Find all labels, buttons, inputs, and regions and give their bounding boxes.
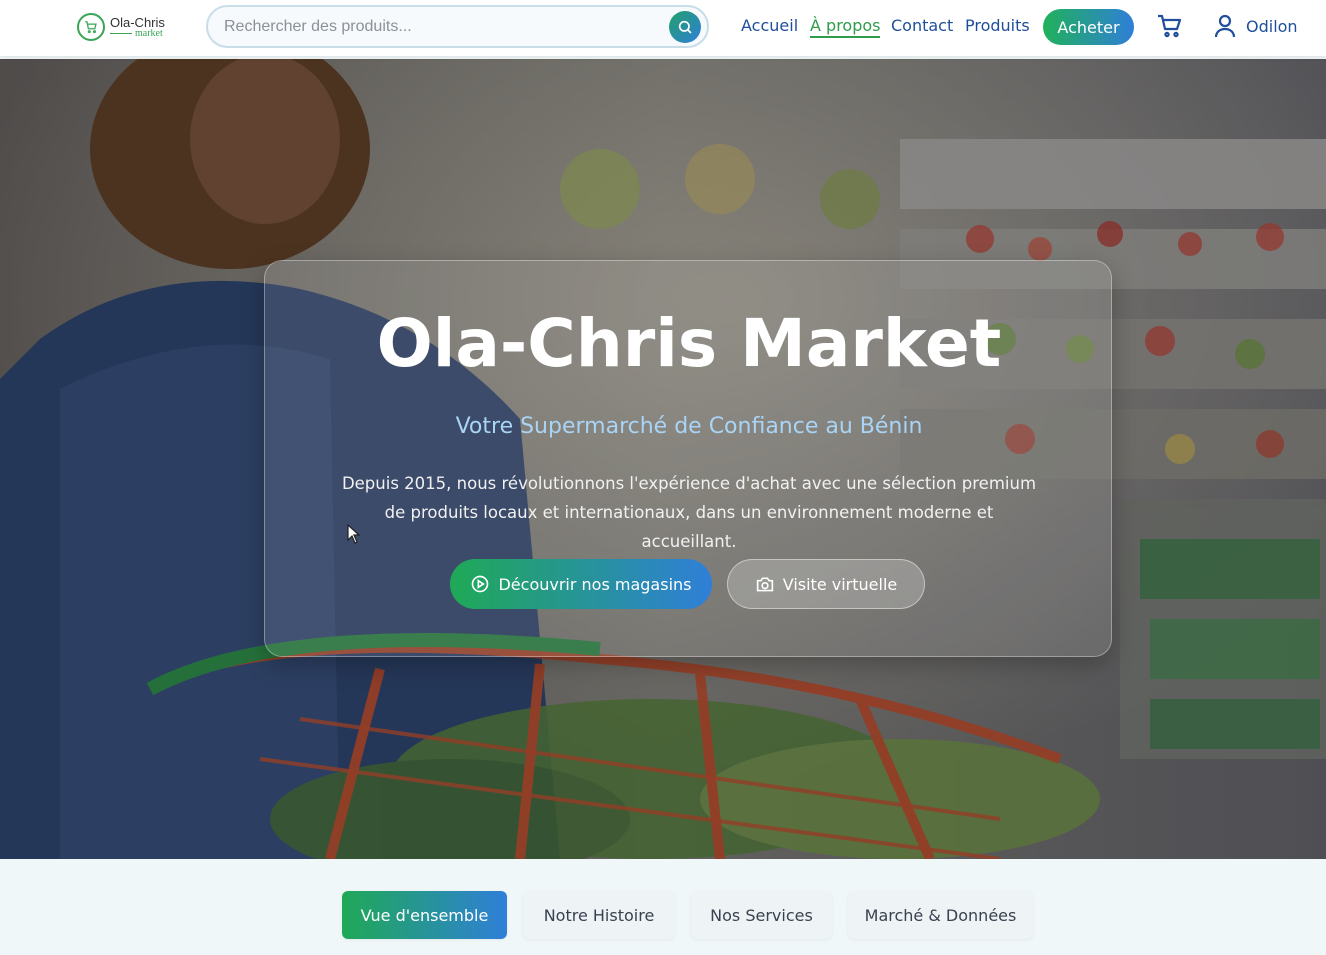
site-header: Ola-Chris market Accueil À propos Contac… xyxy=(0,0,1326,56)
play-circle-icon xyxy=(472,575,489,593)
buy-button[interactable]: Acheter xyxy=(1043,9,1134,45)
nav-accueil[interactable]: Accueil xyxy=(741,16,798,35)
hero-card: Ola-Chris Market Votre Supermarché de Co… xyxy=(264,260,1112,657)
discover-stores-button[interactable]: Découvrir nos magasins xyxy=(450,559,712,609)
tab-overview[interactable]: Vue d'ensemble xyxy=(342,891,507,939)
logo-subtitle: market xyxy=(110,28,165,39)
hero-title: Ola-Chris Market xyxy=(376,305,1002,382)
search-icon xyxy=(678,20,692,34)
user-menu[interactable]: Odilon xyxy=(1214,14,1298,38)
hero-description: Depuis 2015, nous révolutionnons l'expér… xyxy=(341,474,1037,551)
virtual-tour-label: Visite virtuelle xyxy=(782,574,898,594)
mouse-cursor-icon xyxy=(347,524,361,544)
virtual-tour-button[interactable]: Visite virtuelle xyxy=(727,559,925,609)
nav-a-propos[interactable]: À propos xyxy=(810,16,881,38)
logo[interactable]: Ola-Chris market xyxy=(77,13,165,41)
cart-icon xyxy=(77,13,105,41)
logo-name: Ola-Chris xyxy=(110,14,165,30)
nav-contact[interactable]: Contact xyxy=(891,16,953,35)
tab-services[interactable]: Nos Services xyxy=(691,891,832,939)
shopping-cart-icon xyxy=(1158,14,1182,38)
user-name: Odilon xyxy=(1246,16,1298,36)
tab-history[interactable]: Notre Histoire xyxy=(523,891,675,939)
user-icon xyxy=(1214,14,1236,38)
search-input[interactable] xyxy=(224,17,654,36)
section-tabs: Vue d'ensemble Notre Histoire Nos Servic… xyxy=(0,859,1326,955)
search-bar xyxy=(206,5,709,48)
hero-subtitle: Votre Supermarché de Confiance au Bénin xyxy=(455,414,923,439)
camera-icon xyxy=(756,577,773,592)
nav-produits[interactable]: Produits xyxy=(965,16,1030,35)
hero-section: Ola-Chris Market Votre Supermarché de Co… xyxy=(0,59,1326,859)
cart-button[interactable] xyxy=(1157,14,1183,42)
discover-stores-label: Découvrir nos magasins xyxy=(498,574,692,594)
search-button[interactable] xyxy=(669,11,701,43)
tab-market-data[interactable]: Marché & Données xyxy=(848,891,1033,939)
